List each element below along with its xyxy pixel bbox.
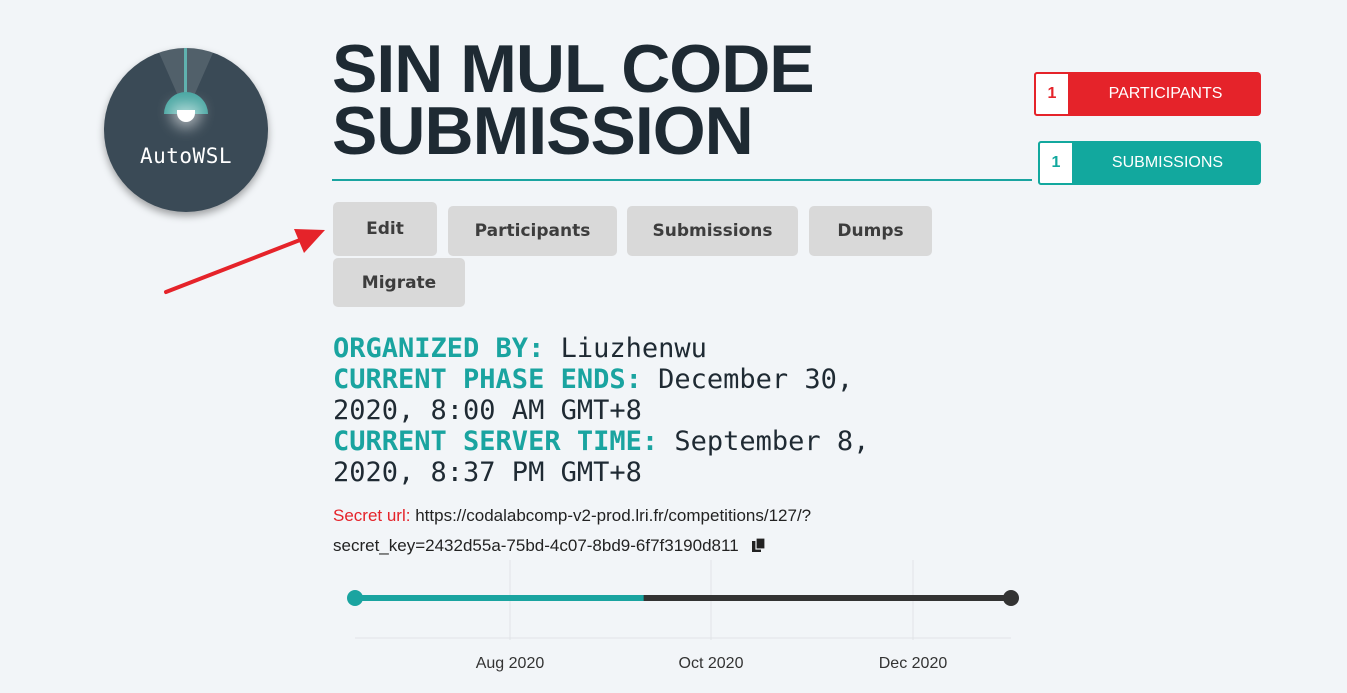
organized-by-value: Liuzhenwu — [560, 333, 707, 364]
competition-info: ORGANIZED BY: Liuzhenwu CURRENT PHASE EN… — [333, 333, 973, 488]
timeline-start-dot — [347, 590, 363, 606]
competition-logo: AutoWSL — [104, 48, 268, 212]
phase-ends-value: December 30, — [658, 364, 854, 395]
phase-ends-value-2: 2020, 8:00 AM GMT+8 — [333, 395, 642, 426]
phase-ends-row: CURRENT PHASE ENDS: December 30, 2020, 8… — [333, 364, 973, 426]
submissions-count: 1 — [1038, 141, 1074, 185]
server-time-key: CURRENT SERVER TIME: — [333, 426, 659, 457]
tick-label-aug: Aug 2020 — [476, 655, 545, 672]
secret-url-block: Secret url: https://codalabcomp-v2-prod.… — [333, 501, 973, 561]
phase-timeline: Aug 2020 Oct 2020 Dec 2020 — [347, 560, 1019, 672]
page-title: SIN MUL CODE SUBMISSION — [332, 35, 1032, 165]
phase-ends-key: CURRENT PHASE ENDS: — [333, 364, 642, 395]
secret-url-line-2: secret_key=2432d55a-75bd-4c07-8bd9-6f7f3… — [333, 536, 739, 555]
participants-count: 1 — [1034, 72, 1070, 116]
server-time-value-2: 2020, 8:37 PM GMT+8 — [333, 457, 642, 488]
edit-button[interactable]: Edit — [333, 202, 437, 256]
submissions-stat[interactable]: 1 SUBMISSIONS — [1038, 141, 1261, 185]
bulb-icon — [177, 110, 195, 122]
annotation-arrow-icon — [164, 229, 325, 294]
submissions-label: SUBMISSIONS — [1111, 154, 1224, 171]
tick-label-oct: Oct 2020 — [679, 655, 744, 672]
copy-icon[interactable] — [751, 537, 767, 553]
organized-by-row: ORGANIZED BY: Liuzhenwu — [333, 333, 973, 364]
submissions-button[interactable]: Submissions — [627, 206, 798, 256]
participants-button[interactable]: Participants — [448, 206, 617, 256]
dumps-button[interactable]: Dumps — [809, 206, 932, 256]
logo-text: AutoWSL — [139, 144, 232, 168]
server-time-value: September 8, — [674, 426, 870, 457]
title-underline — [332, 179, 1032, 181]
server-time-row: CURRENT SERVER TIME: September 8, 2020, … — [333, 426, 973, 488]
secret-url-label: Secret url: — [333, 506, 411, 525]
secret-url-line-1: https://codalabcomp-v2-prod.lri.fr/compe… — [415, 506, 812, 525]
timeline-end-dot — [1003, 590, 1019, 606]
participants-label: PARTICIPANTS — [1108, 85, 1223, 102]
tick-label-dec: Dec 2020 — [879, 655, 948, 672]
title-line-2: SUBMISSION — [332, 93, 754, 169]
participants-stat[interactable]: 1 PARTICIPANTS — [1034, 72, 1261, 116]
migrate-button[interactable]: Migrate — [333, 258, 465, 307]
organized-by-key: ORGANIZED BY: — [333, 333, 545, 364]
